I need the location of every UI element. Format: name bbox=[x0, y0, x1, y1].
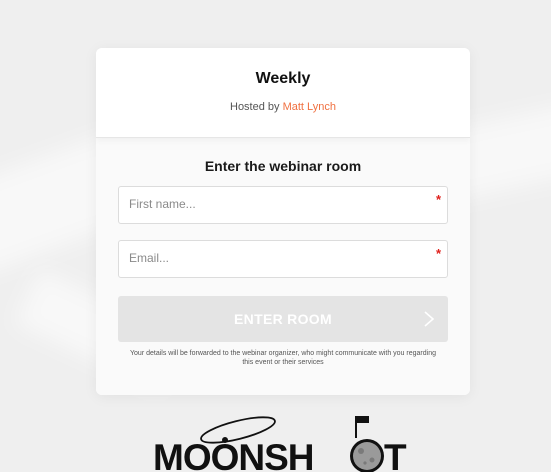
email-input[interactable] bbox=[119, 241, 419, 275]
registration-form: Enter the webinar room * * ENTER ROOM Yo… bbox=[96, 138, 470, 395]
card-header: Weekly Hosted by Matt Lynch bbox=[96, 48, 470, 138]
event-title: Weekly bbox=[255, 70, 311, 87]
email-field[interactable]: * bbox=[118, 240, 448, 278]
enter-room-label: ENTER ROOM bbox=[234, 311, 332, 327]
flag-icon bbox=[355, 416, 369, 438]
hosted-by-line: Hosted by Matt Lynch bbox=[96, 101, 470, 113]
moonshot-logo: MOONSH T bbox=[155, 416, 407, 472]
moon-ball-icon bbox=[350, 439, 384, 472]
form-heading: Enter the webinar room bbox=[204, 158, 362, 174]
privacy-disclaimer: Your details will be forwarded to the we… bbox=[130, 350, 436, 366]
enter-room-button[interactable]: ENTER ROOM bbox=[118, 296, 448, 342]
first-name-input[interactable] bbox=[119, 187, 419, 221]
webinar-registration-card: Weekly Hosted by Matt Lynch Enter the we… bbox=[96, 48, 470, 395]
required-marker: * bbox=[435, 246, 441, 261]
hosted-by-label: Hosted by bbox=[230, 101, 283, 113]
required-marker: * bbox=[435, 192, 441, 207]
logo-wordmark-right: T bbox=[384, 437, 407, 472]
logo-wordmark-left: MOONSH bbox=[155, 437, 314, 472]
first-name-field[interactable]: * bbox=[118, 186, 448, 224]
chevron-right-icon bbox=[424, 311, 435, 327]
host-name: Matt Lynch bbox=[282, 101, 336, 113]
